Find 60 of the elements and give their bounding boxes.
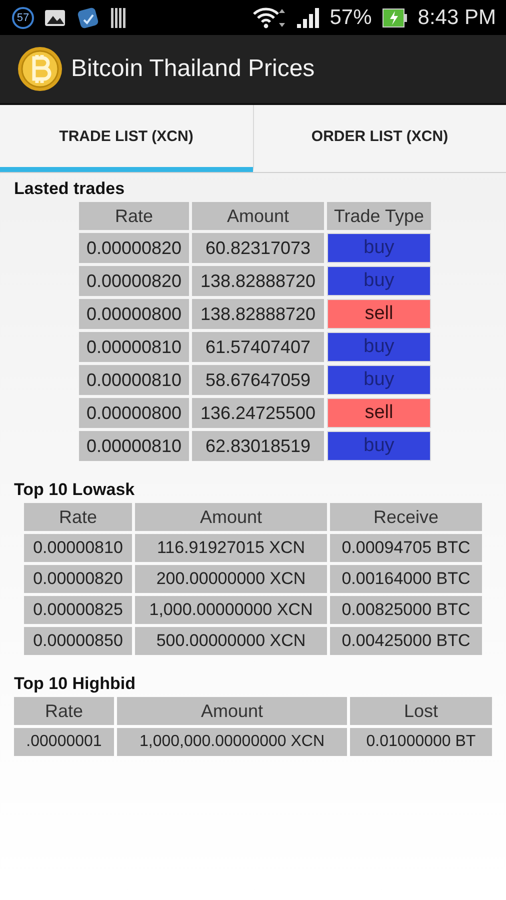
table-cell: 0.00000820 bbox=[79, 233, 189, 263]
column-header: Amount bbox=[135, 503, 327, 531]
column-header: Trade Type bbox=[327, 202, 431, 230]
trade-type-cell: sell bbox=[327, 398, 431, 428]
section-title: Top 10 Lowask bbox=[13, 480, 136, 500]
table-cell: 0.00000810 bbox=[79, 365, 189, 395]
table-cell: 0.00825000 BTC bbox=[330, 596, 482, 624]
app-title: Bitcoin Thailand Prices bbox=[71, 55, 315, 83]
column-header: Rate bbox=[79, 202, 189, 230]
wifi-icon bbox=[252, 6, 286, 30]
table-cell: 62.83018519 bbox=[192, 431, 324, 461]
table-cell: 0.00000810 bbox=[24, 534, 132, 562]
table-cell: 0.00000825 bbox=[24, 596, 132, 624]
table-cell: 0.00000810 bbox=[79, 431, 189, 461]
tab[interactable]: TRADE LIST (XCN) bbox=[0, 105, 252, 172]
table-cell: 0.01000000 BT bbox=[350, 728, 492, 756]
section-title: Lasted trades bbox=[13, 179, 126, 199]
trade-type-cell: buy bbox=[327, 332, 431, 362]
table-cell: 200.00000000 XCN bbox=[135, 565, 327, 593]
table-cell: 136.24725500 bbox=[192, 398, 324, 428]
table-cell: 0.00000800 bbox=[79, 299, 189, 329]
column-header: Lost bbox=[350, 697, 492, 725]
table-cell: 58.67647059 bbox=[192, 365, 324, 395]
column-header: Amount bbox=[192, 202, 324, 230]
table-cell: 116.91927015 XCN bbox=[135, 534, 327, 562]
tab[interactable]: ORDER LIST (XCN) bbox=[252, 105, 506, 172]
clock: 8:43 PM bbox=[418, 6, 496, 30]
column-header: Rate bbox=[14, 697, 114, 725]
trade-type-cell: buy bbox=[327, 233, 431, 263]
table-cell: 0.00000820 bbox=[24, 565, 132, 593]
table-cell: 0.00000850 bbox=[24, 627, 132, 655]
table-cell: 1,000,000.00000000 XCN bbox=[117, 728, 347, 756]
table-cell: 138.82888720 bbox=[192, 299, 324, 329]
table-cell: 0.00094705 BTC bbox=[330, 534, 482, 562]
table-cell: 0.00164000 BTC bbox=[330, 565, 482, 593]
table-cell: 0.00000800 bbox=[79, 398, 189, 428]
column-header: Rate bbox=[24, 503, 132, 531]
table-cell: 61.57407407 bbox=[192, 332, 324, 362]
trade-type-cell: buy bbox=[327, 431, 431, 461]
column-header: Receive bbox=[330, 503, 482, 531]
table-cell: 0.00425000 BTC bbox=[330, 627, 482, 655]
table-cell: .00000001 bbox=[14, 728, 114, 756]
bitcoin-logo-icon bbox=[17, 46, 63, 92]
trade-type-cell: sell bbox=[327, 299, 431, 329]
notification-badge: 57 bbox=[12, 6, 34, 28]
table-cell: 500.00000000 XCN bbox=[135, 627, 327, 655]
column-header: Amount bbox=[117, 697, 347, 725]
trade-type-cell: buy bbox=[327, 266, 431, 296]
battery-charging-icon bbox=[382, 8, 408, 28]
table-cell: 60.82317073 bbox=[192, 233, 324, 263]
table-cell: 1,000.00000000 XCN bbox=[135, 596, 327, 624]
battery-percent: 57% bbox=[330, 6, 372, 30]
image-icon bbox=[44, 8, 66, 26]
section-title: Top 10 Highbid bbox=[13, 674, 137, 694]
trade-type-cell: buy bbox=[327, 365, 431, 395]
table-cell: 138.82888720 bbox=[192, 266, 324, 296]
barcode-icon bbox=[110, 6, 128, 28]
signal-icon bbox=[296, 6, 320, 28]
table-cell: 0.00000820 bbox=[79, 266, 189, 296]
table-cell: 0.00000810 bbox=[79, 332, 189, 362]
